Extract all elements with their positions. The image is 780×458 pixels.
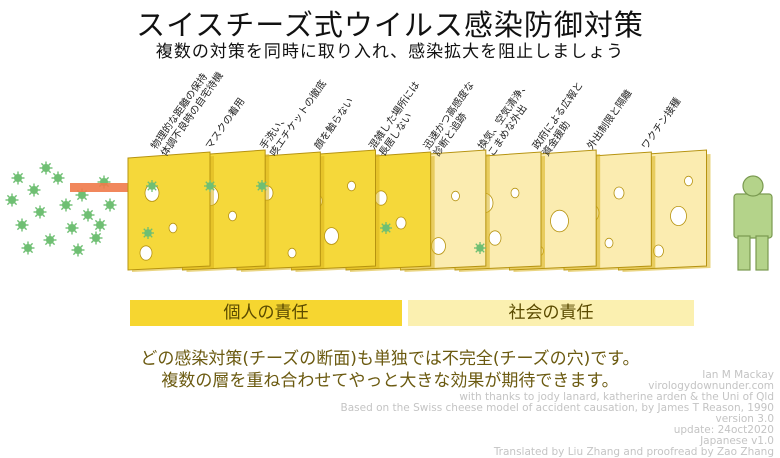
virus-icon [71, 243, 85, 257]
virus-icon [33, 205, 47, 219]
personal-responsibility-bar: 個人の責任 [130, 300, 402, 326]
credit-line: Based on the Swiss cheese model of accid… [340, 402, 774, 414]
person-icon [733, 175, 773, 271]
virus-icon [21, 241, 35, 255]
virus-icon [51, 171, 65, 185]
layer-labels: ワクチン接種外出制限と隔離政府による広報と資金援助換気、空気清浄、こまめな外出迅… [148, 69, 684, 158]
virus-icon [5, 193, 19, 207]
virus-icon [11, 171, 25, 185]
virus-icon [59, 198, 73, 212]
virus-icon [474, 242, 486, 254]
virus-icon [103, 198, 117, 212]
layer-label: ワクチン接種 [638, 95, 683, 152]
virus-icon [256, 180, 268, 192]
virus-icon [204, 180, 216, 192]
credits: Ian M Mackay virologydownunder.com with th… [341, 370, 774, 458]
virus-icon [146, 180, 158, 192]
society-responsibility-bar: 社会の責任 [408, 300, 694, 326]
virus-icon [43, 233, 57, 247]
virus-icon [15, 218, 29, 232]
virus-icon [65, 221, 79, 235]
virus-icon [93, 218, 107, 232]
virus-icon [89, 231, 103, 245]
cheese-slices [127, 149, 711, 272]
layer-label: 外出制限と隔離 [584, 87, 635, 152]
virus-icon [142, 227, 154, 239]
credit-line: Translated by Liu Zhang and proofread by… [493, 446, 774, 458]
virus-icon [27, 183, 41, 197]
layer-label: 顔を触らない [311, 95, 356, 152]
virus-icon [380, 222, 392, 234]
cheese-slice [127, 151, 214, 272]
virus-cloud [5, 161, 117, 257]
layer-label: マスクの着用 [202, 95, 247, 152]
virus-icon [81, 208, 95, 222]
swiss-cheese-diagram: ワクチン接種外出制限と隔離政府による広報と資金援助換気、空気清浄、こまめな外出迅… [5, 69, 773, 272]
virus-icon [39, 161, 53, 175]
